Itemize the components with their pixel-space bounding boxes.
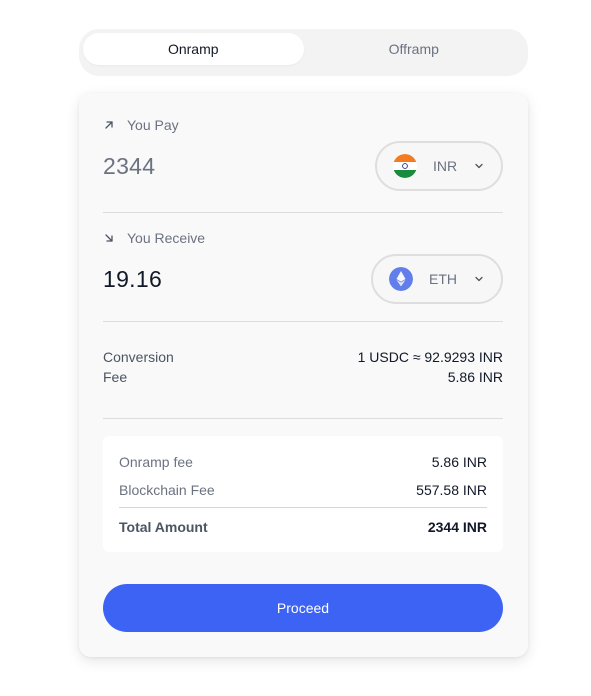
divider bbox=[103, 418, 503, 419]
onramp-fee-label: Onramp fee bbox=[119, 454, 193, 470]
receive-amount: 19.16 bbox=[103, 266, 163, 292]
arrow-up-right-icon bbox=[105, 121, 113, 129]
you-pay-label-row: You Pay bbox=[103, 117, 179, 133]
onramp-fee-value: 5.86 INR bbox=[431, 454, 487, 470]
you-receive-label-row: You Receive bbox=[103, 230, 205, 246]
exchange-card: You Pay 2344 INR You Receive 19.16 ETH C… bbox=[79, 93, 528, 657]
arrow-down-right-icon bbox=[105, 234, 113, 242]
receive-currency-label: ETH bbox=[429, 271, 457, 287]
fee-label: Fee bbox=[103, 369, 128, 385]
blockchain-fee-row: Blockchain Fee 557.58 INR bbox=[119, 482, 487, 498]
fee-row: Fee 5.86 INR bbox=[103, 369, 503, 385]
tab-onramp[interactable]: Onramp bbox=[83, 33, 304, 65]
tab-offramp[interactable]: Offramp bbox=[304, 33, 525, 65]
chevron-down-icon bbox=[475, 163, 483, 169]
onramp-fee-row: Onramp fee 5.86 INR bbox=[119, 454, 487, 470]
total-amount-value: 2344 INR bbox=[427, 519, 487, 535]
you-receive-label: You Receive bbox=[127, 230, 206, 246]
you-pay-label: You Pay bbox=[127, 117, 179, 133]
proceed-button[interactable]: Proceed bbox=[103, 584, 503, 632]
ethereum-icon bbox=[389, 267, 413, 291]
divider bbox=[103, 212, 503, 213]
fee-breakdown: Onramp fee 5.86 INR Blockchain Fee 557.5… bbox=[103, 436, 503, 552]
conversion-label: Conversion bbox=[103, 349, 174, 365]
india-flag-icon bbox=[393, 154, 417, 178]
divider bbox=[103, 321, 503, 322]
pay-currency-label: INR bbox=[433, 158, 458, 174]
conversion-row: Conversion 1 USDC ≈ 92.9293 INR bbox=[103, 349, 503, 365]
total-amount-row: Total Amount 2344 INR bbox=[119, 519, 487, 535]
blockchain-fee-label: Blockchain Fee bbox=[119, 482, 215, 498]
ramp-tabs: Onramp Offramp bbox=[79, 29, 528, 76]
divider bbox=[119, 507, 487, 508]
chevron-down-icon bbox=[475, 276, 483, 282]
pay-currency-select[interactable]: INR bbox=[375, 141, 503, 191]
fee-value: 5.86 INR bbox=[447, 369, 503, 385]
receive-currency-select[interactable]: ETH bbox=[371, 254, 503, 304]
pay-amount-input[interactable]: 2344 bbox=[103, 153, 155, 180]
blockchain-fee-value: 557.58 INR bbox=[416, 482, 487, 498]
total-amount-label: Total Amount bbox=[119, 519, 208, 535]
conversion-value: 1 USDC ≈ 92.9293 INR bbox=[357, 349, 503, 365]
